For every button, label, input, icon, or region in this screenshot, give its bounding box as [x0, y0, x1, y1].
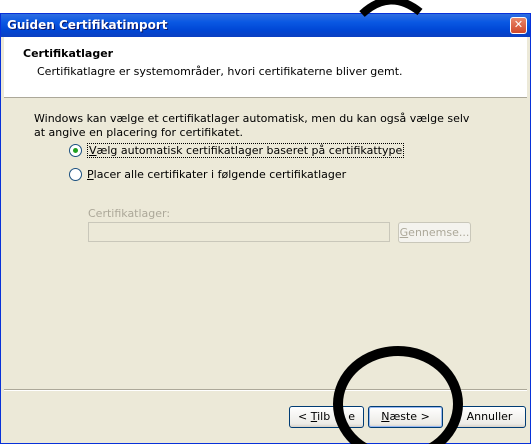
top-annotation-arc [359, 0, 423, 18]
page-subtitle: Certifikatlagre er systemområder, hvori … [37, 65, 403, 78]
browse-button: Gennemse... [398, 222, 471, 243]
back-button[interactable]: < Tilb e [289, 406, 364, 428]
description-text: Windows kan vælge et certifikatlager aut… [34, 112, 470, 139]
close-icon[interactable]: ✕ [510, 17, 527, 34]
next-button[interactable]: Næste > [368, 406, 443, 428]
page-title: Certifikatlager [23, 47, 114, 60]
store-input [88, 222, 390, 242]
title-bar[interactable]: Guiden Certifikatimport ✕ [1, 14, 530, 37]
wizard-header: Certifikatlager Certifikatlagre er syste… [4, 37, 527, 98]
radio-manual-store[interactable]: Placer alle certifikater i følgende cert… [69, 166, 346, 182]
radio-auto-store[interactable]: Vælg automatisk certifikatlager baseret … [69, 142, 405, 158]
cancel-button[interactable]: Annuller [453, 406, 526, 428]
window-title: Guiden Certifikatimport [7, 18, 168, 32]
wizard-window: Guiden Certifikatimport ✕ Certifikatlage… [0, 13, 531, 444]
radio-selected-icon[interactable] [69, 143, 82, 157]
radio-unselected-icon[interactable] [69, 167, 82, 181]
store-field-label: Certifikatlager: [88, 207, 171, 220]
radio-auto-label[interactable]: Vælg automatisk certifikatlager baseret … [87, 142, 405, 158]
footer-divider [4, 389, 527, 391]
radio-manual-label[interactable]: Placer alle certifikater i følgende cert… [87, 168, 346, 181]
